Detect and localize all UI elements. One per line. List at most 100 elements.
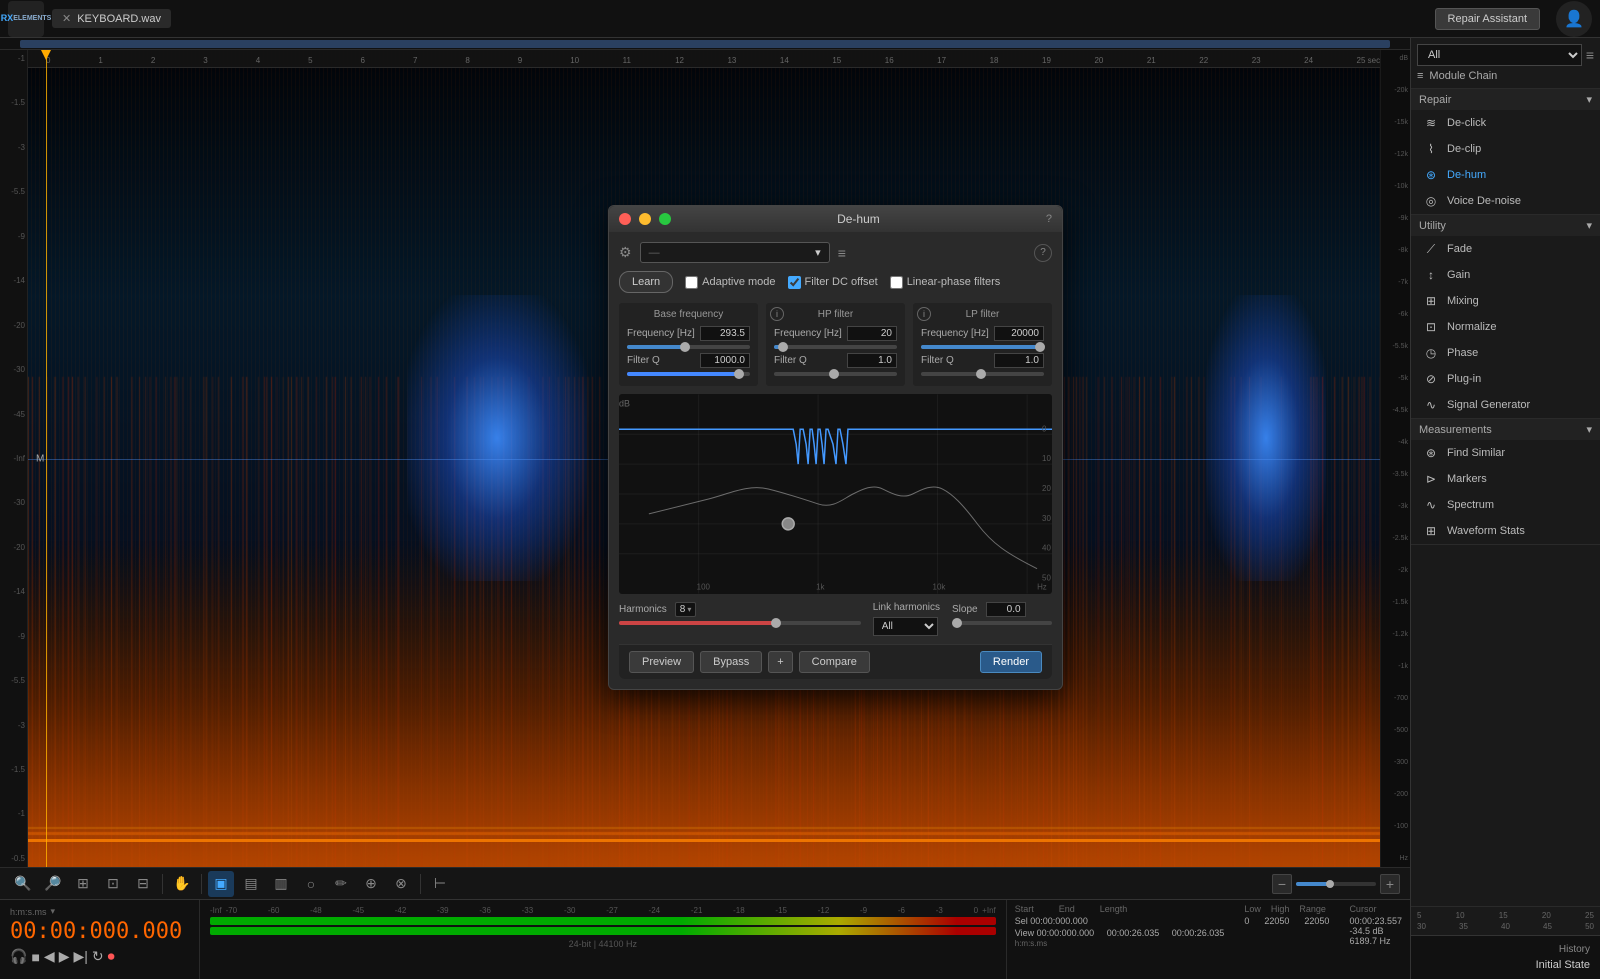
zoom-selection-button[interactable]: ⊡ xyxy=(100,871,126,897)
module-item-gain[interactable]: ↕ Gain xyxy=(1411,262,1600,288)
preview-button[interactable]: Preview xyxy=(629,651,694,673)
erase-button[interactable]: ⊗ xyxy=(388,871,414,897)
harmonics-value: 8 xyxy=(680,604,686,615)
window-minimize-button[interactable] xyxy=(639,213,651,225)
learn-button[interactable]: Learn xyxy=(619,271,673,293)
module-item-spectrum[interactable]: ∿ Spectrum xyxy=(1411,492,1600,518)
module-item-waveform-stats[interactable]: ⊞ Waveform Stats xyxy=(1411,518,1600,544)
select-tool-button[interactable]: ▣ xyxy=(208,871,234,897)
utility-section: Utility ▾ ⟋ Fade ↕ Gain ⊞ Mixing ⊡ Norma… xyxy=(1411,215,1600,419)
module-item-dehum[interactable]: ⊛ De-hum xyxy=(1411,162,1600,188)
preset-dropdown[interactable]: — ▾ xyxy=(640,242,830,263)
m-marker: M xyxy=(36,453,44,464)
zoom-minus-button[interactable]: − xyxy=(1272,874,1292,894)
module-item-declick[interactable]: ≋ De-click xyxy=(1411,110,1600,136)
hp-freq-slider[interactable] xyxy=(774,345,897,349)
zoom-reset-button[interactable]: ⊟ xyxy=(130,871,156,897)
lp-freq-slider[interactable] xyxy=(921,345,1044,349)
measurements-section-header[interactable]: Measurements ▾ xyxy=(1411,419,1600,440)
module-item-normalize[interactable]: ⊡ Normalize xyxy=(1411,314,1600,340)
base-freq-slider[interactable] xyxy=(627,345,750,349)
module-item-fade[interactable]: ⟋ Fade xyxy=(1411,236,1600,262)
markers-button[interactable]: ⊢ xyxy=(427,871,453,897)
eq-display[interactable]: 0 10 20 30 40 50 100 1k xyxy=(619,394,1052,594)
harmonics-slider[interactable] xyxy=(619,621,861,625)
render-button[interactable]: Render xyxy=(980,651,1042,673)
lasso-button[interactable]: ○ xyxy=(298,871,324,897)
repair-assistant-button[interactable]: Repair Assistant xyxy=(1435,8,1540,30)
adaptive-mode-checkbox[interactable]: Adaptive mode xyxy=(685,276,775,289)
module-item-plugin[interactable]: ⊘ Plug-in xyxy=(1411,366,1600,392)
play-selection-button[interactable]: ▶| xyxy=(73,948,87,965)
slope-slider[interactable] xyxy=(952,621,1052,625)
link-harmonics-select[interactable]: All None Odd xyxy=(873,617,938,636)
harmonics-dropdown[interactable]: 8 ▾ xyxy=(675,602,697,617)
linear-phase-input[interactable] xyxy=(890,276,903,289)
base-freq-input[interactable] xyxy=(700,326,750,341)
hp-filter-title: HP filter xyxy=(774,309,897,320)
tab-close-icon[interactable]: ✕ xyxy=(62,12,71,25)
window-maximize-button[interactable] xyxy=(659,213,671,225)
module-item-phase[interactable]: ◷ Phase xyxy=(1411,340,1600,366)
module-item-voice-denoise[interactable]: ◎ Voice De-noise xyxy=(1411,188,1600,214)
time-select-button[interactable]: ▥ xyxy=(268,871,294,897)
lp-info-icon[interactable]: i xyxy=(917,307,931,321)
zoom-in-button[interactable]: 🔍 xyxy=(10,871,36,897)
file-tab[interactable]: ✕ KEYBOARD.wav xyxy=(52,9,171,28)
window-close-button[interactable] xyxy=(619,213,631,225)
module-item-declip[interactable]: ⌇ De-clip xyxy=(1411,136,1600,162)
initial-state-item[interactable]: Initial State xyxy=(1421,959,1590,971)
adaptive-mode-input[interactable] xyxy=(685,276,698,289)
time-format-arrow[interactable]: ▾ xyxy=(51,906,56,917)
horizontal-scrollbar[interactable] xyxy=(0,38,1410,50)
draw-button[interactable]: ✏ xyxy=(328,871,354,897)
filter-dc-checkbox[interactable]: Filter DC offset xyxy=(788,276,878,289)
module-filter-select[interactable]: All Repair Utility Measurements xyxy=(1417,44,1582,66)
module-item-markers[interactable]: ⊳ Markers xyxy=(1411,466,1600,492)
zoom-slider[interactable] xyxy=(1296,882,1376,886)
filter-dc-input[interactable] xyxy=(788,276,801,289)
pan-tool-button[interactable]: ✋ xyxy=(169,871,195,897)
find-similar-icon: ⊛ xyxy=(1423,445,1439,461)
module-item-mixing[interactable]: ⊞ Mixing xyxy=(1411,288,1600,314)
linear-phase-checkbox[interactable]: Linear-phase filters xyxy=(890,276,1001,289)
hp-info-icon[interactable]: i xyxy=(770,307,784,321)
hp-q-input[interactable] xyxy=(847,353,897,368)
utility-section-chevron: ▾ xyxy=(1586,219,1592,232)
hp-freq-input[interactable] xyxy=(847,326,897,341)
filter-menu-icon[interactable]: ≡ xyxy=(1586,47,1594,63)
stop-button[interactable]: ■ xyxy=(31,949,39,965)
record-button[interactable]: ⏺ xyxy=(108,948,115,965)
brush-button[interactable]: ⊕ xyxy=(358,871,384,897)
repair-section-header[interactable]: Repair ▾ xyxy=(1411,89,1600,110)
dialog-help-icon[interactable]: ? xyxy=(1034,244,1052,262)
filter-q-slider[interactable] xyxy=(627,372,750,376)
module-item-find-similar[interactable]: ⊛ Find Similar xyxy=(1411,440,1600,466)
zoom-out-button[interactable]: 🔎 xyxy=(40,871,66,897)
help-icon[interactable]: ? xyxy=(1046,213,1052,225)
hp-q-slider[interactable] xyxy=(774,372,897,376)
zoom-fit-button[interactable]: ⊞ xyxy=(70,871,96,897)
level-meter-r xyxy=(210,927,996,935)
zoom-plus-button[interactable]: + xyxy=(1380,874,1400,894)
filter-q-input[interactable] xyxy=(700,353,750,368)
preset-menu-icon[interactable]: ≡ xyxy=(838,245,846,261)
utility-section-header[interactable]: Utility ▾ xyxy=(1411,215,1600,236)
module-item-signal-gen[interactable]: ∿ Signal Generator xyxy=(1411,392,1600,418)
bypass-button[interactable]: Bypass xyxy=(700,651,762,673)
scrollbar-thumb[interactable] xyxy=(20,40,1390,48)
play-button[interactable]: ▶ xyxy=(59,948,70,965)
rewind-button[interactable]: ◀ xyxy=(44,948,55,965)
lp-q-input[interactable] xyxy=(994,353,1044,368)
slope-input[interactable] xyxy=(986,602,1026,617)
freq-select-button[interactable]: ▤ xyxy=(238,871,264,897)
module-chain-row[interactable]: ≡ Module Chain xyxy=(1417,70,1594,82)
settings-icon[interactable]: ⚙ xyxy=(619,244,632,261)
headphones-icon[interactable]: 🎧 xyxy=(10,948,27,965)
spectrogram-area[interactable]: M 0 1 2 3 4 5 6 7 8 9 xyxy=(28,50,1380,867)
add-button[interactable]: + xyxy=(768,651,792,673)
loop-button[interactable]: ↻ xyxy=(92,948,104,965)
lp-freq-input[interactable] xyxy=(994,326,1044,341)
compare-button[interactable]: Compare xyxy=(799,651,870,673)
lp-q-slider[interactable] xyxy=(921,372,1044,376)
